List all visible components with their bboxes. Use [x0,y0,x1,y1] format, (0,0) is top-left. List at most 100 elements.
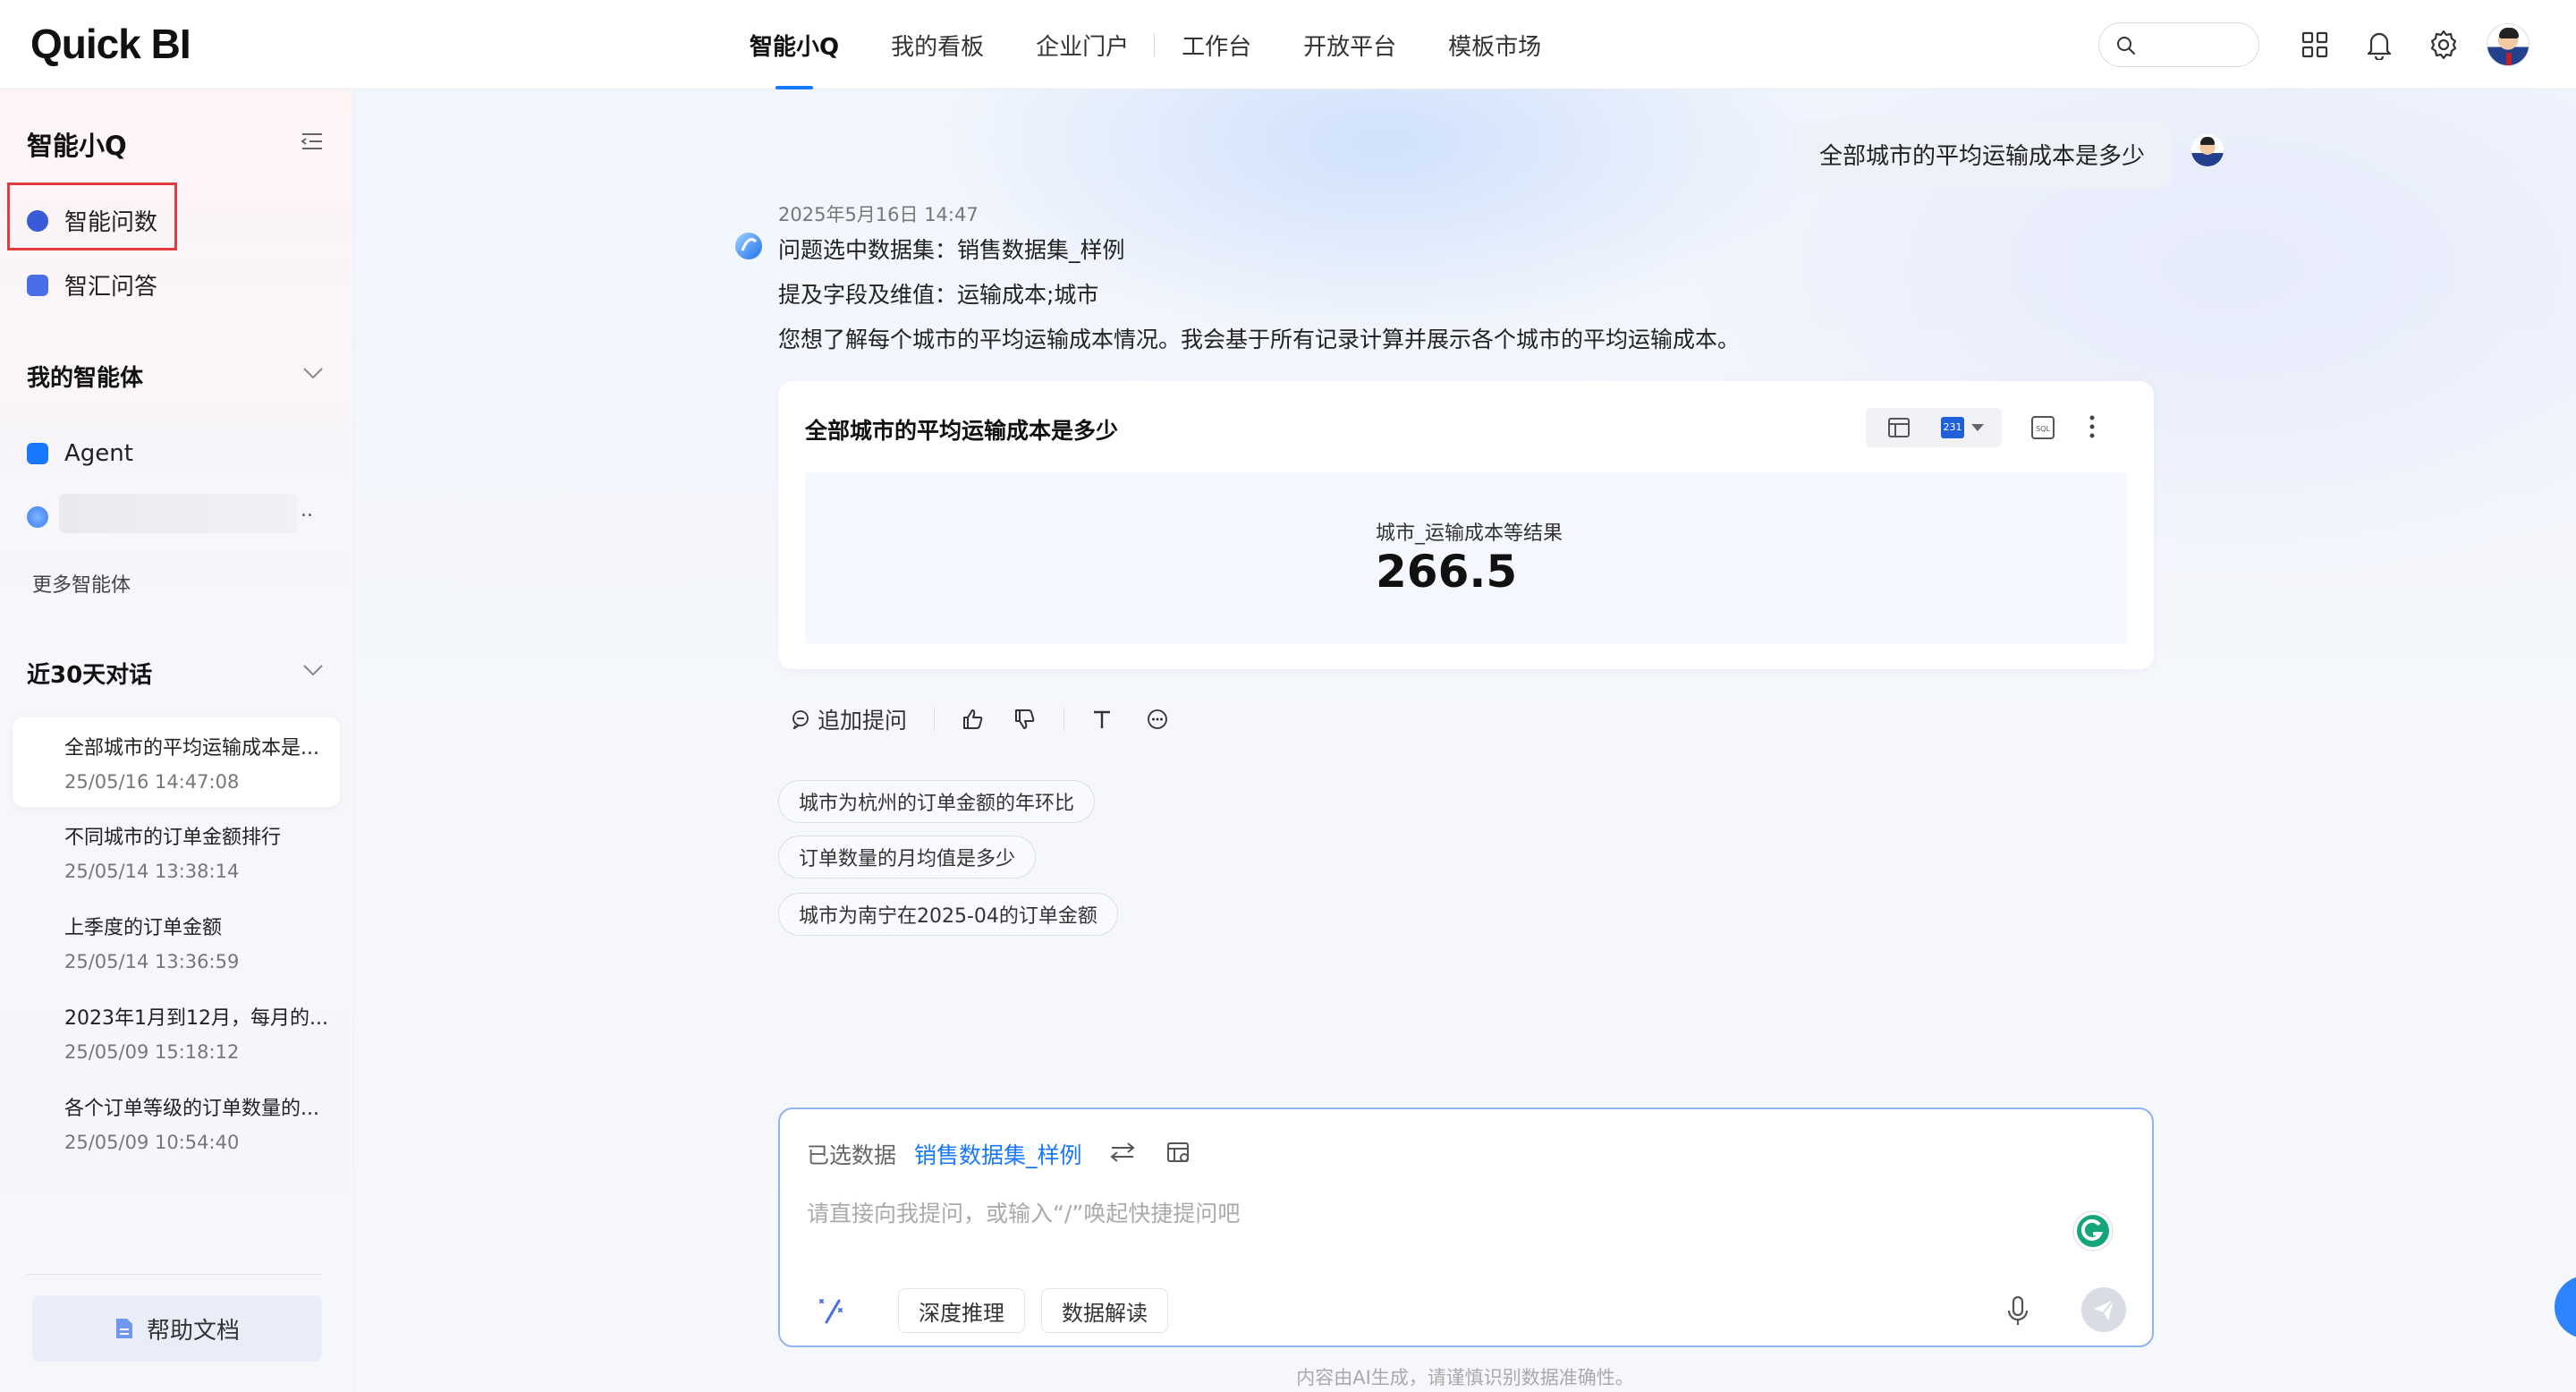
conversation-time: 25/05/16 14:47:08 [64,771,240,793]
sidebar-item-label: 智汇问答 [64,274,158,301]
nav-my-dashboards[interactable]: 我的看板 [891,0,984,89]
answer-line-summary: 您想了解每个城市的平均运输成本情况。我会基于所有记录计算并展示各个城市的平均运输… [778,327,1741,352]
user-message-avatar [2191,134,2224,166]
agent-label: Agent [64,440,133,467]
nav-open-platform[interactable]: 开放平台 [1303,0,1396,89]
suggested-question[interactable]: 城市为杭州的订单金额的年环比 [778,780,1096,823]
apps-grid-icon[interactable] [2297,27,2333,63]
chat-main-area: 全部城市的平均运输成本是多少 2025年5月16日 14:47 问题选中数据集：… [354,89,2576,1392]
switch-dataset-icon[interactable] [1109,1142,1136,1163]
question-composer: 已选数据 销售数据集_样例 深度推理 数据解读 [778,1108,2154,1347]
conversation-item[interactable]: 上季度的订单金额 25/05/14 13:36:59 [13,897,340,987]
my-agents-heading: 我的智能体 [27,365,144,392]
nav-workbench[interactable]: 工作台 [1182,0,1251,89]
recent-conversations-heading: 近30天对话 [27,662,153,689]
thumbs-down-icon[interactable] [1013,708,1037,731]
result-card: 全部城市的平均运输成本是多少 231 SQL 城市_运输成本等结果 266.5 [778,381,2154,669]
agent-icon [27,443,48,464]
table-view-icon[interactable] [1887,417,1911,438]
nav-template-market[interactable]: 模板市场 [1448,0,1541,89]
follow-up-button[interactable]: 追加提问 [791,703,907,735]
conversation-item[interactable]: 各个订单等级的订单数量的... 25/05/09 10:54:40 [13,1078,340,1167]
search-box[interactable] [2098,22,2259,67]
sidebar-item-chat-qa[interactable]: 智汇问答 [27,268,157,301]
floating-assistant-button[interactable] [2555,1276,2576,1338]
more-vertical-icon[interactable] [2088,413,2097,440]
kpi-label: 城市_运输成本等结果 [1376,522,1563,545]
microphone-icon[interactable] [2005,1295,2030,1328]
selected-data-label: 已选数据 [807,1142,897,1168]
chevron-down-icon[interactable] [302,664,324,676]
quick-bi-logo[interactable]: Quick BI [30,20,191,68]
settings-gear-icon[interactable] [2426,27,2462,63]
main-nav: 智能小Q 我的看板 企业门户 工作台 开放平台 模板市场 [750,0,1593,89]
grammarly-icon[interactable] [2072,1210,2114,1252]
search-icon [2115,35,2137,56]
bell-icon[interactable] [2361,27,2397,63]
deep-reasoning-button[interactable]: 深度推理 [898,1288,1025,1333]
conversation-time: 25/05/09 10:54:40 [64,1132,240,1153]
actions-divider [934,708,936,731]
sidebar-title: 智能小Q [27,131,127,161]
text-format-icon[interactable] [1091,709,1113,730]
caret-down-icon[interactable] [1971,424,1984,431]
user-message-text: 全部城市的平均运输成本是多少 [1819,142,2146,170]
blurred-agent-name [59,494,297,533]
agent-blue-icon [27,506,48,528]
sidebar: 智能小Q 智能问数 智汇问答 我的智能体 Agent .. 更多智能体 近30天… [0,89,354,1392]
thumbs-up-icon[interactable] [962,708,985,731]
conversation-time: 25/05/14 13:38:14 [64,861,240,882]
conversation-title: 不同城市的订单金额排行 [64,827,282,849]
nav-divider [1154,33,1156,56]
conversation-time: 25/05/09 15:18:12 [64,1041,240,1063]
conversation-item-active[interactable]: 全部城市的平均运输成本是... 25/05/16 14:47:08 [13,717,340,807]
chart-type-switcher[interactable]: 231 [1866,408,2002,447]
chat-bubble-icon [791,709,810,729]
nav-smart-q[interactable]: 智能小Q [750,0,839,89]
chat-qa-icon [27,274,48,296]
conversation-item[interactable]: 不同城市的订单金额排行 25/05/14 13:38:14 [13,807,340,896]
question-input[interactable] [807,1195,1970,1231]
agent-ellipsis: .. [301,499,313,522]
suggested-question[interactable]: 订单数量的月均值是多少 [778,836,1037,878]
kpi-value: 266.5 [1376,546,1518,598]
chevron-down-icon[interactable] [302,367,324,379]
conversation-title: 2023年1月到12月，每月的... [64,1007,328,1030]
more-agents-link[interactable]: 更多智能体 [32,569,131,598]
collapse-sidebar-icon[interactable] [301,131,324,152]
actions-divider [1063,708,1065,731]
document-icon [114,1317,134,1340]
conversation-title: 上季度的订单金额 [64,917,223,939]
search-input[interactable] [2146,32,2249,59]
dataset-link[interactable]: 销售数据集_样例 [914,1138,1082,1170]
dataset-detail-icon[interactable] [1166,1142,1191,1165]
result-card-title: 全部城市的平均运输成本是多少 [805,418,1119,444]
nav-enterprise-portal[interactable]: 企业门户 [1036,0,1129,89]
user-message-bubble: 全部城市的平均运输成本是多少 [1792,120,2173,188]
conversation-time: 25/05/14 13:36:59 [64,951,240,972]
suggested-question[interactable]: 城市为南宁在2025-04的订单金额 [778,893,1118,936]
agent-item[interactable]: Agent [27,440,133,467]
magic-wand-icon[interactable] [816,1295,846,1326]
answer-actions-bar: 追加提问 [791,703,1168,735]
assistant-avatar-icon [733,231,764,261]
svg-text:SQL: SQL [2036,425,2050,433]
sidebar-item-smart-query[interactable]: 智能问数 [27,204,157,237]
ai-disclaimer: 内容由AI生成，请谨慎识别数据准确性。 [1296,1367,1634,1388]
sidebar-item-label: 智能问数 [64,209,158,236]
data-interpretation-button[interactable]: 数据解读 [1041,1288,1168,1333]
help-docs-label: 帮助文档 [146,1317,240,1345]
kpi-view-icon[interactable]: 231 [1941,417,1964,438]
help-docs-button[interactable]: 帮助文档 [32,1295,322,1362]
kpi-display: 城市_运输成本等结果 266.5 [805,472,2127,644]
answer-timestamp: 2025年5月16日 14:47 [778,204,979,225]
conversation-item[interactable]: 2023年1月到12月，每月的... 25/05/09 15:18:12 [13,988,340,1077]
conversation-title: 各个订单等级的订单数量的... [64,1098,319,1120]
smart-query-icon [27,209,48,232]
sidebar-divider [27,1274,322,1275]
answer-line-dataset: 问题选中数据集：销售数据集_样例 [778,237,1125,263]
more-options-icon[interactable] [1147,709,1168,730]
send-icon[interactable] [2080,1286,2127,1333]
sql-icon[interactable]: SQL [2030,415,2055,440]
user-avatar[interactable] [2487,23,2529,66]
